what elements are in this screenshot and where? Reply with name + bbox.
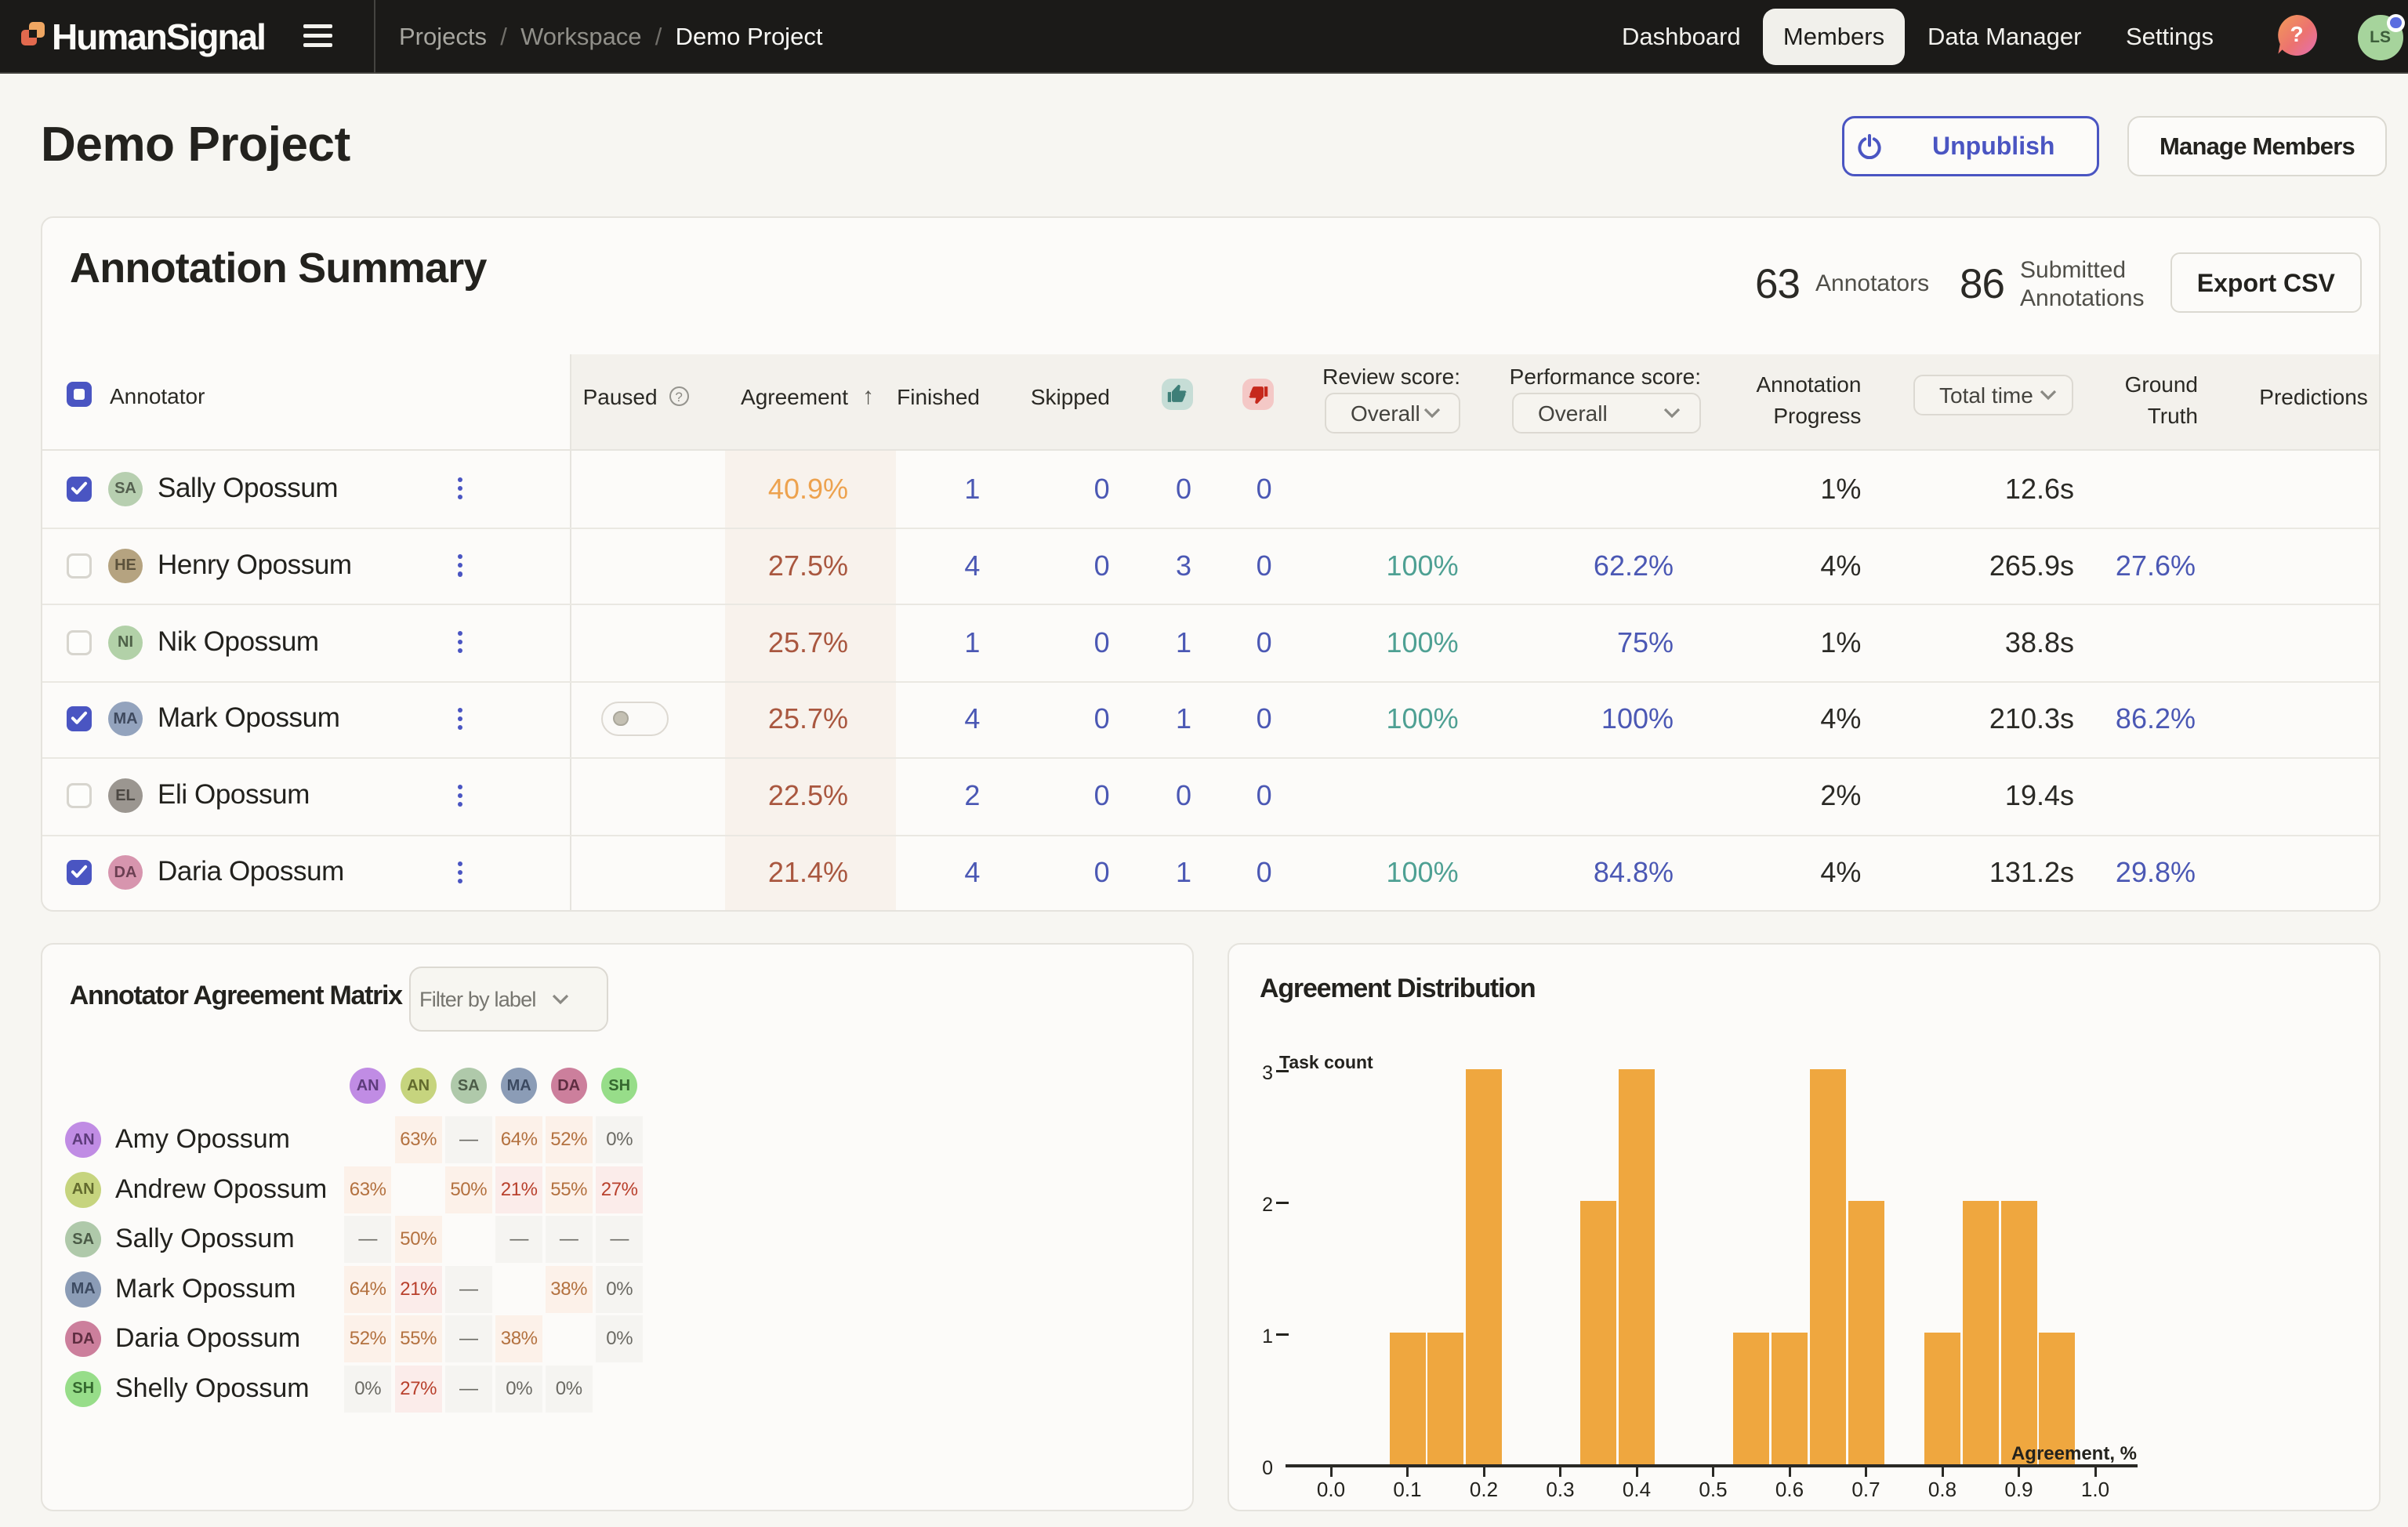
svg-text:?: ? [2290,22,2303,46]
